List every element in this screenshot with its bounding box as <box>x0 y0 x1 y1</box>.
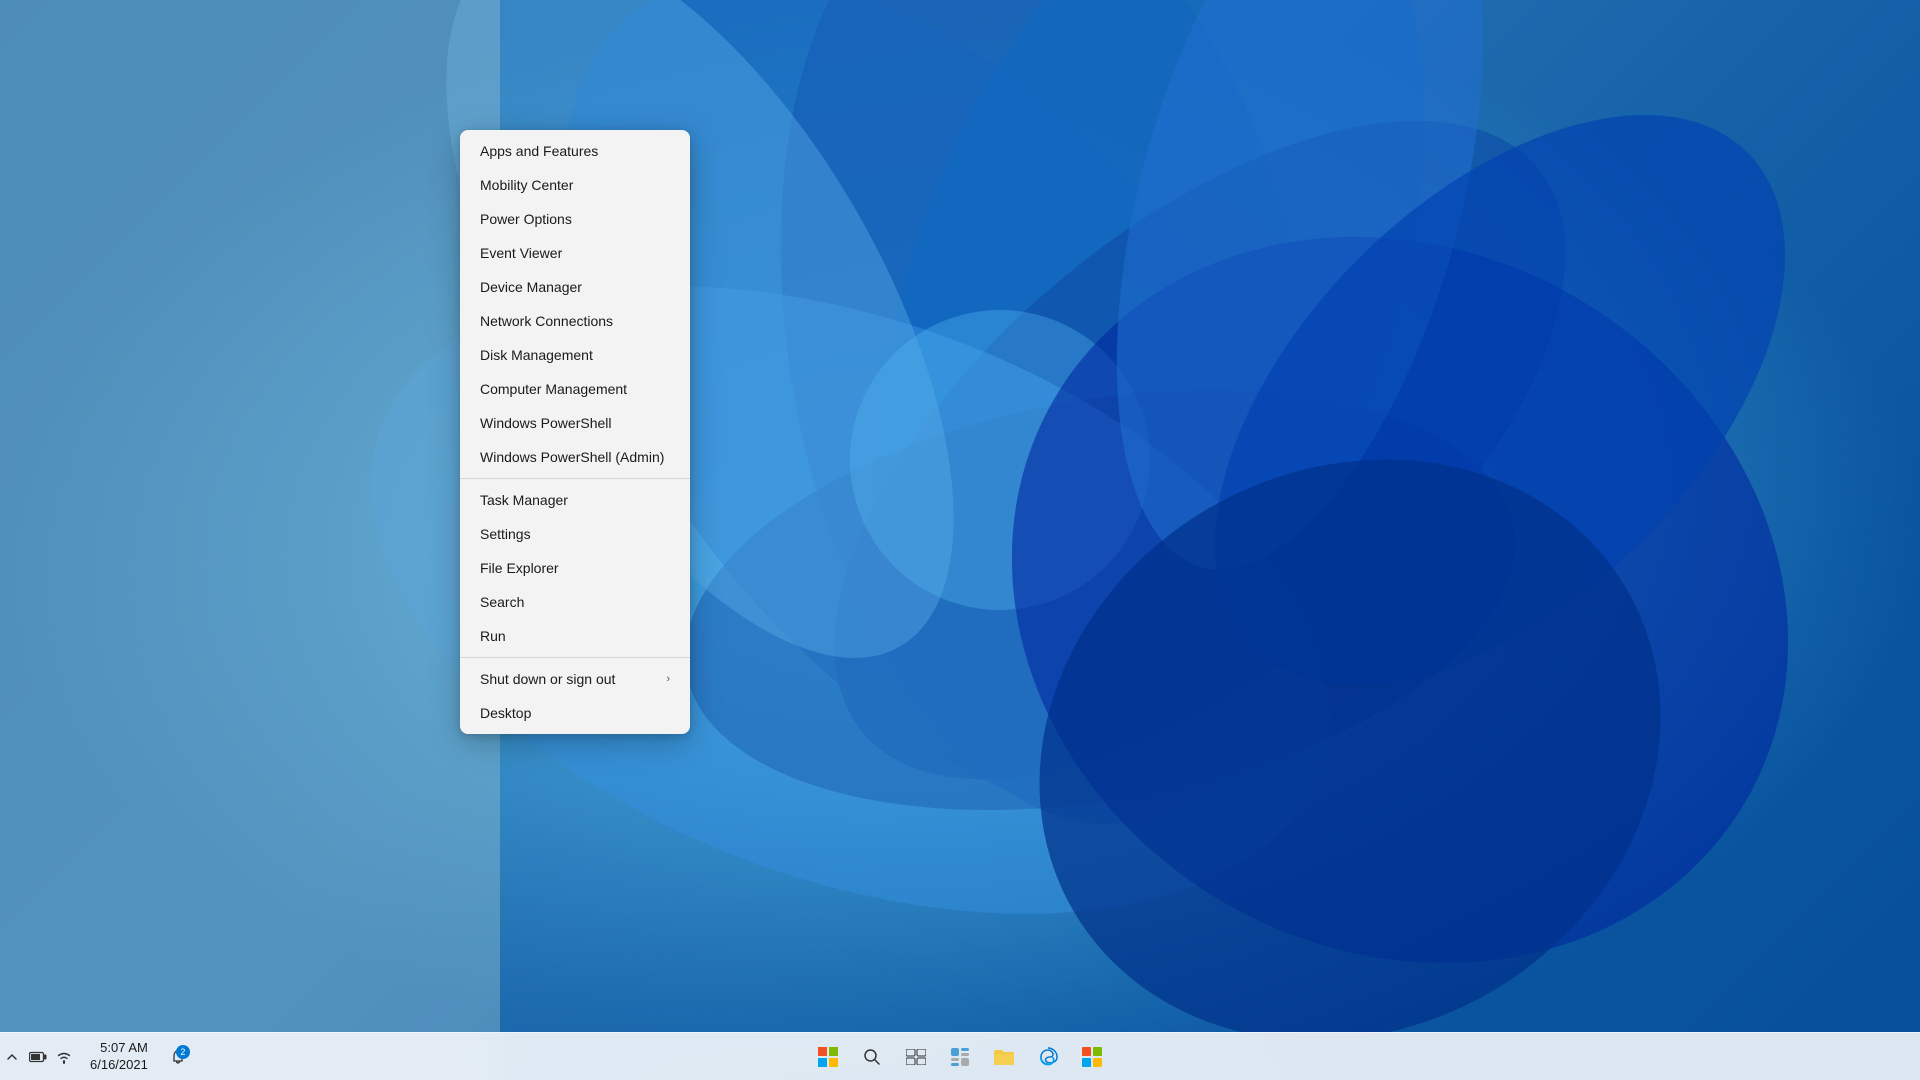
task-view-icon <box>906 1049 926 1065</box>
menu-item-mobility-center[interactable]: Mobility Center <box>460 168 690 202</box>
menu-item-search[interactable]: Search <box>460 585 690 619</box>
separator-2 <box>460 657 690 658</box>
menu-item-windows-powershell[interactable]: Windows PowerShell <box>460 406 690 440</box>
menu-item-event-viewer[interactable]: Event Viewer <box>460 236 690 270</box>
battery-icon <box>29 1051 47 1063</box>
taskbar: 5:07 AM 6/16/2021 2 <box>0 1032 1920 1080</box>
chevron-up-icon <box>6 1051 18 1063</box>
tray-chevron-button[interactable] <box>0 1045 24 1069</box>
taskbar-search-button[interactable] <box>852 1037 892 1077</box>
start-button[interactable] <box>808 1037 848 1077</box>
bloom-decoration <box>0 0 1920 1080</box>
separator-1 <box>460 478 690 479</box>
battery-icon-button[interactable] <box>26 1045 50 1069</box>
menu-item-device-manager[interactable]: Device Manager <box>460 270 690 304</box>
menu-item-settings[interactable]: Settings <box>460 517 690 551</box>
menu-item-run[interactable]: Run <box>460 619 690 653</box>
network-icon-button[interactable] <box>52 1045 76 1069</box>
microsoft-store-button[interactable] <box>1072 1037 1112 1077</box>
network-wifi-icon <box>56 1050 72 1064</box>
search-icon <box>863 1048 881 1066</box>
widgets-button[interactable] <box>940 1037 980 1077</box>
notification-count-badge: 2 <box>176 1045 190 1059</box>
edge-browser-button[interactable] <box>1028 1037 1068 1077</box>
clock-time: 5:07 AM <box>90 1040 148 1057</box>
taskbar-center <box>808 1037 1112 1077</box>
edge-icon <box>1037 1046 1059 1068</box>
menu-item-power-options[interactable]: Power Options <box>460 202 690 236</box>
folder-icon <box>993 1048 1015 1066</box>
task-view-button[interactable] <box>896 1037 936 1077</box>
menu-item-task-manager[interactable]: Task Manager <box>460 483 690 517</box>
clock-date: 6/16/2021 <box>90 1057 148 1074</box>
windows-logo-icon <box>817 1046 839 1068</box>
widgets-icon <box>950 1047 970 1067</box>
store-icon <box>1081 1046 1103 1068</box>
submenu-arrow-icon: › <box>666 673 670 685</box>
menu-item-windows-powershell-admin[interactable]: Windows PowerShell (Admin) <box>460 440 690 474</box>
file-explorer-button[interactable] <box>984 1037 1024 1077</box>
menu-item-disk-management[interactable]: Disk Management <box>460 338 690 372</box>
menu-item-computer-management[interactable]: Computer Management <box>460 372 690 406</box>
clock-button[interactable]: 5:07 AM 6/16/2021 <box>84 1038 154 1076</box>
system-tray <box>0 1045 76 1069</box>
desktop-background <box>0 0 1920 1080</box>
menu-item-network-connections[interactable]: Network Connections <box>460 304 690 338</box>
taskbar-right: 5:07 AM 6/16/2021 2 <box>0 1038 194 1076</box>
menu-item-apps-features[interactable]: Apps and Features <box>460 134 690 168</box>
menu-item-file-explorer[interactable]: File Explorer <box>460 551 690 585</box>
notification-button[interactable]: 2 <box>162 1041 194 1073</box>
menu-item-shut-down-sign-out[interactable]: Shut down or sign out › <box>460 662 690 696</box>
menu-item-desktop[interactable]: Desktop <box>460 696 690 730</box>
context-menu: Apps and Features Mobility Center Power … <box>460 130 690 734</box>
